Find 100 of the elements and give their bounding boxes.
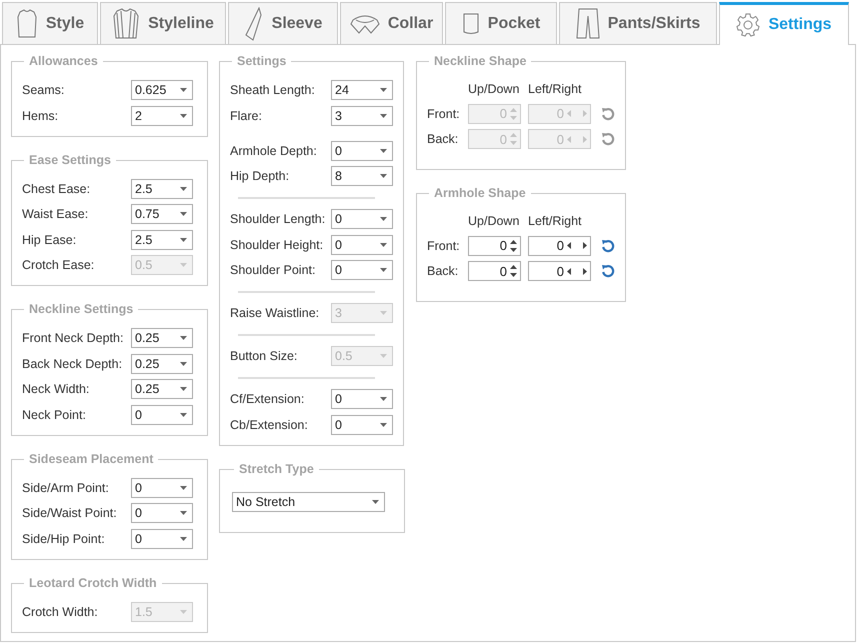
dropdown[interactable]: 0 [131, 404, 193, 424]
caret-icon [380, 148, 387, 152]
dropdown[interactable]: No Stretch [232, 492, 385, 512]
group-title: Neckline Settings [28, 302, 134, 317]
column-header: Left/Right [528, 82, 582, 96]
dropdown[interactable]: 8 [331, 166, 393, 186]
caret-icon [180, 88, 187, 92]
up-down-arrows-icon [510, 132, 517, 146]
caret-icon [180, 263, 187, 267]
left-right-arrows-icon [567, 242, 587, 249]
dropdown[interactable]: 2.5 [131, 230, 193, 250]
dropdown[interactable]: 2 [131, 106, 193, 126]
caret-icon [180, 610, 187, 614]
dropdown[interactable]: 0.75 [131, 204, 193, 224]
tab[interactable]: Pocket [445, 2, 557, 44]
field-label: Button Size: [230, 349, 298, 363]
dropdown[interactable]: 0.625 [131, 80, 193, 100]
caret-icon [180, 212, 187, 216]
dropdown[interactable]: 0 [331, 389, 393, 409]
dropdown[interactable]: 0 [331, 140, 393, 160]
field-label: Front Neck Depth: [22, 331, 124, 345]
caret-icon [380, 268, 387, 272]
field-label: Raise Waistline: [230, 306, 320, 320]
dropdown[interactable]: 0 [131, 478, 193, 498]
tab[interactable]: Style [2, 2, 98, 44]
group-title: Sideseam Placement [28, 452, 154, 466]
left-right-arrows-icon [567, 268, 587, 274]
caret-icon [380, 88, 387, 92]
column-header: Up/Down [468, 82, 520, 96]
group-title: Leotard Crotch Width [28, 576, 158, 590]
field-label: Neck Width: [22, 382, 90, 396]
field-label: Shoulder Point: [230, 263, 316, 277]
caret-icon [380, 397, 387, 401]
group-title: Neckline Shape [433, 54, 528, 69]
dropdown[interactable]: 0 [131, 528, 193, 548]
dropdown[interactable]: 0 [331, 260, 393, 280]
caret-icon [380, 354, 387, 358]
spin-field[interactable]: 0 [528, 236, 591, 256]
group-title: Ease Settings [28, 152, 112, 168]
field-label: Side/Arm Point: [22, 480, 110, 494]
caret-icon [180, 238, 187, 242]
field-label: Side/Hip Point: [22, 532, 106, 546]
reset-icon[interactable] [601, 264, 615, 278]
dropdown[interactable]: 0.25 [131, 379, 193, 399]
dropdown[interactable]: 0.25 [131, 354, 193, 374]
collar-icon [350, 12, 380, 34]
group-title: Settings [236, 54, 288, 69]
tab[interactable]: Sleeve [228, 2, 338, 44]
field-label: Hems: [22, 108, 60, 122]
shirt-icon [112, 8, 140, 40]
dropdown[interactable]: 0 [331, 209, 393, 229]
pants-icon [576, 8, 600, 40]
tab[interactable]: Collar [340, 2, 443, 44]
dropdown[interactable]: 2.5 [131, 178, 193, 198]
field-label: Flare: [230, 108, 263, 122]
field-label: Back: [427, 132, 460, 146]
up-down-arrows-icon [510, 264, 517, 278]
field-label: Side/Waist Point: [22, 506, 118, 520]
caret-icon [380, 311, 387, 315]
field-label: Front: [427, 106, 461, 120]
dropdown[interactable]: 0.25 [131, 328, 193, 348]
spin-field[interactable]: 0 [528, 261, 591, 281]
field-label: Armhole Depth: [230, 144, 318, 158]
field-label: Front: [427, 238, 461, 252]
tab[interactable]: Styleline [100, 2, 226, 44]
up-down-arrows-icon [510, 238, 517, 252]
spin-field[interactable]: 0 [468, 236, 521, 256]
sleeve-icon [244, 6, 264, 40]
caret-icon [180, 412, 187, 416]
caret-icon [180, 486, 187, 490]
left-right-arrows-icon [567, 110, 587, 117]
spin-field[interactable]: 0 [468, 261, 521, 281]
column-header: Up/Down [468, 214, 520, 228]
field-label: Chest Ease: [22, 182, 92, 196]
field-label: Crotch Ease: [22, 258, 96, 272]
field-label: Cf/Extension: [230, 392, 306, 406]
dropdown[interactable]: 0 [331, 414, 393, 434]
caret-icon [180, 336, 187, 340]
caret-icon [372, 500, 379, 504]
field-label: Neck Point: [22, 408, 87, 422]
caret-icon [180, 362, 187, 366]
dropdown[interactable]: 0 [331, 234, 393, 254]
caret-icon [180, 114, 187, 118]
caret-icon [180, 186, 187, 190]
field-label: Sheath Length: [230, 83, 316, 97]
field-label: Back Neck Depth: [22, 356, 124, 370]
caret-icon [180, 511, 187, 515]
field-label: Cb/Extension: [230, 418, 309, 432]
caret-icon [380, 242, 387, 246]
dropdown[interactable]: 24 [331, 80, 393, 100]
caret-icon [180, 536, 187, 540]
reset-icon[interactable] [601, 238, 615, 252]
field-label: Seams: [22, 83, 66, 97]
caret-icon [380, 217, 387, 221]
dropdown[interactable]: 0 [131, 503, 193, 523]
tab[interactable]: Pants/Skirts [559, 2, 717, 44]
field-label: Waist Ease: [22, 207, 90, 221]
shirt-icon [16, 8, 38, 38]
field-label: Back: [427, 264, 460, 278]
dropdown[interactable]: 3 [331, 106, 393, 126]
